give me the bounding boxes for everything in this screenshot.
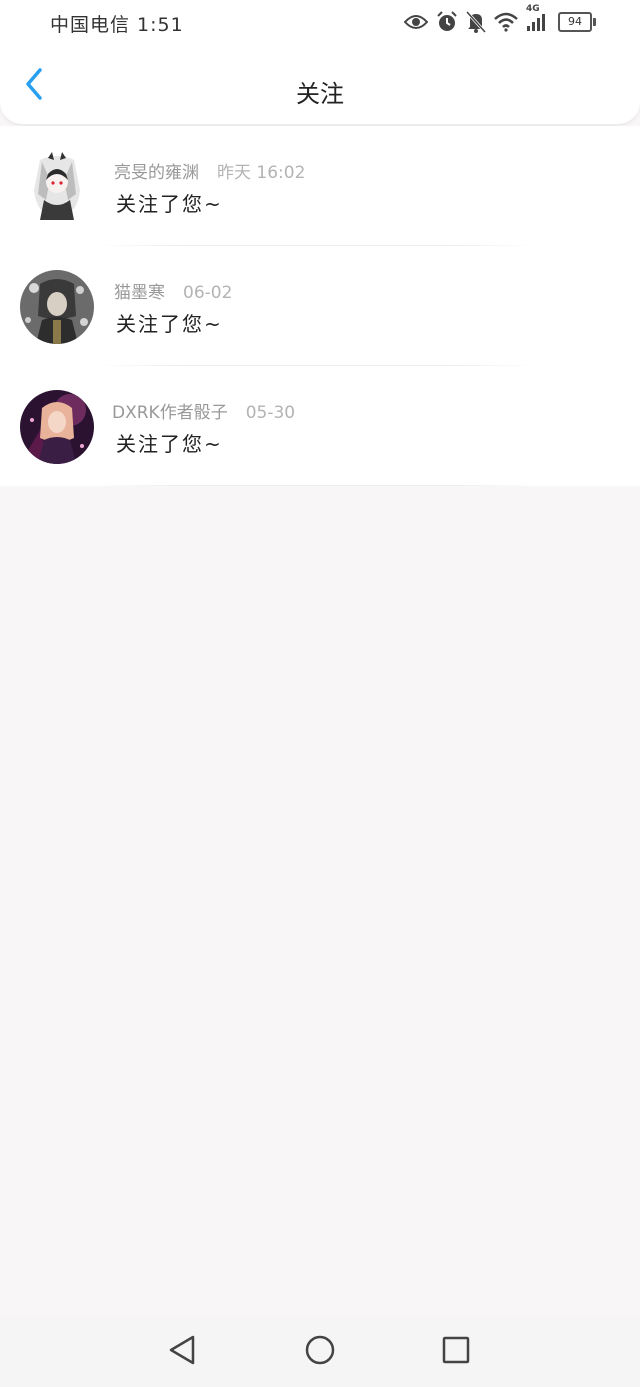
timestamp: 06-02 — [183, 283, 233, 303]
header: 关注 — [0, 44, 640, 124]
alarm-icon — [436, 11, 458, 33]
user-name[interactable]: DXRK作者骰子 — [112, 403, 228, 423]
carrier-time: 中国电信 1:51 — [50, 14, 184, 36]
back-triangle-icon — [167, 1334, 197, 1370]
timestamp: 昨天 16:02 — [217, 163, 306, 183]
bell-off-icon — [466, 11, 486, 33]
battery-tip — [593, 18, 596, 26]
avatar[interactable] — [20, 390, 94, 464]
eye-icon — [404, 14, 428, 30]
name-row: 亮旻的雍渊 昨天 16:02 — [114, 158, 305, 183]
avatar[interactable] — [20, 270, 94, 344]
divider — [96, 485, 536, 486]
notification-text: 关注了您~ — [116, 192, 223, 216]
system-back-button[interactable] — [166, 1334, 198, 1370]
notification-text: 关注了您~ — [116, 432, 223, 456]
system-nav-bar — [0, 1317, 640, 1387]
recents-square-icon — [441, 1335, 471, 1369]
system-recents-button[interactable] — [440, 1336, 472, 1368]
avatar[interactable] — [20, 150, 94, 224]
wifi-icon — [494, 12, 518, 32]
timestamp: 05-30 — [245, 403, 296, 423]
status-bar: 中国电信 1:51 4G 94 — [0, 0, 640, 44]
battery-icon: 94 — [558, 12, 596, 32]
list-item[interactable]: DXRK作者骰子 05-30 关注了您~ — [0, 366, 640, 486]
user-name[interactable]: 猫墨寒 — [114, 283, 165, 303]
system-home-button[interactable] — [304, 1334, 336, 1370]
name-row: 猫墨寒 06-02 — [114, 278, 232, 303]
battery-level: 94 — [558, 12, 592, 32]
status-icons: 4G 94 — [404, 4, 596, 34]
signal-icon: 4G — [526, 4, 546, 32]
notification-list: 亮旻的雍渊 昨天 16:02 关注了您~ 猫墨寒 06-02 关注了您~ DXR… — [0, 126, 640, 486]
name-row: DXRK作者骰子 05-30 — [112, 398, 295, 423]
list-item[interactable]: 亮旻的雍渊 昨天 16:02 关注了您~ — [0, 126, 640, 246]
page-title: 关注 — [296, 80, 344, 108]
network-label: 4G — [526, 4, 540, 14]
user-name[interactable]: 亮旻的雍渊 — [114, 163, 199, 183]
notification-text: 关注了您~ — [116, 312, 223, 336]
list-item[interactable]: 猫墨寒 06-02 关注了您~ — [0, 246, 640, 366]
home-circle-icon — [304, 1334, 336, 1370]
